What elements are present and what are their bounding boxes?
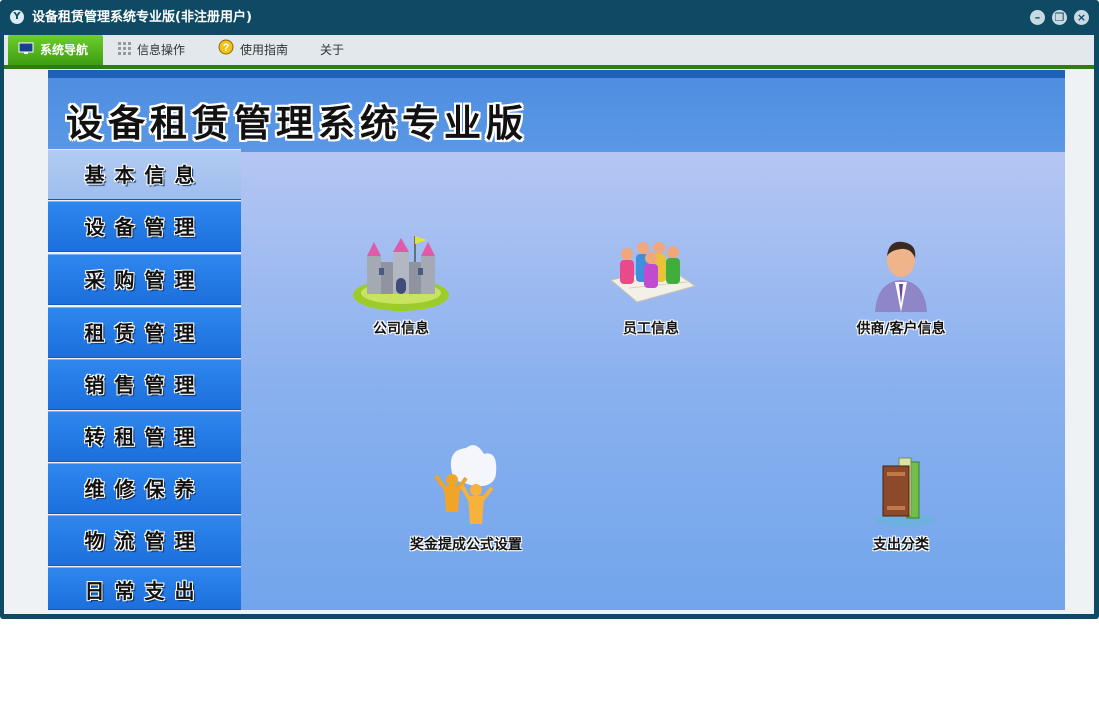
sidebar-item-purchase[interactable]: 采购管理 bbox=[48, 254, 241, 305]
window-title: 设备租赁管理系统专业版(非注册用户) bbox=[32, 10, 252, 25]
grid-icon bbox=[118, 36, 131, 66]
menu-item-label: 信息操作 bbox=[137, 43, 186, 57]
header-stripe bbox=[48, 70, 1065, 78]
tile-label: 奖金提成公式设置 bbox=[410, 537, 522, 553]
tile-label: 公司信息 bbox=[373, 321, 429, 337]
sidebar-item-sales[interactable]: 销售管理 bbox=[48, 359, 241, 410]
menu-bar: 系统导航 信息操作 ? 使用指南 关于 bbox=[4, 35, 1094, 65]
award-people-icon bbox=[434, 445, 497, 524]
sidebar-item-sublease[interactable]: 转租管理 bbox=[48, 411, 241, 462]
tile-label: 员工信息 bbox=[623, 321, 679, 337]
svg-text:?: ? bbox=[223, 42, 230, 54]
tile-label: 支出分类 bbox=[873, 537, 929, 553]
castle-icon bbox=[353, 236, 449, 311]
menu-item-label: 使用指南 bbox=[240, 43, 289, 57]
sidebar-item-leasing[interactable]: 租赁管理 bbox=[48, 307, 241, 358]
sidebar-item-maintenance[interactable]: 维修保养 bbox=[48, 463, 241, 514]
help-icon: ? bbox=[218, 36, 234, 66]
page-title: 设备租赁管理系统专业版 bbox=[66, 101, 528, 145]
minimize-icon[interactable]: – bbox=[1030, 10, 1045, 25]
staff-group-icon bbox=[609, 242, 697, 303]
sidebar-item-basic-info[interactable]: 基本信息 bbox=[48, 149, 241, 200]
menu-item-user-guide[interactable]: ? 使用指南 bbox=[218, 35, 288, 65]
menu-item-label: 关于 bbox=[320, 43, 345, 57]
tile-staff-info[interactable]: 员工信息 bbox=[586, 232, 716, 338]
sidebar: 基本信息 设备管理 采购管理 租赁管理 销售管理 转租管理 维修保养 物流管理 … bbox=[48, 149, 241, 610]
restore-icon[interactable]: ❐ bbox=[1052, 10, 1067, 25]
books-icon bbox=[875, 457, 935, 527]
tile-label: 供商/客户信息 bbox=[856, 321, 946, 337]
app-logo-icon: Y bbox=[10, 10, 24, 24]
content-area: 公司信息 员工信息 供商/客户信息 奖金提成公式设置 支出分类 bbox=[241, 152, 1065, 610]
header-banner: 设备租赁管理系统专业版 bbox=[48, 78, 1065, 152]
tile-expense-category[interactable]: 支出分类 bbox=[836, 452, 966, 554]
menu-item-label: 系统导航 bbox=[40, 43, 89, 57]
sidebar-item-logistics[interactable]: 物流管理 bbox=[48, 515, 241, 566]
menu-item-about[interactable]: 关于 bbox=[320, 35, 344, 65]
sidebar-item-equipment[interactable]: 设备管理 bbox=[48, 201, 241, 252]
close-icon[interactable]: × bbox=[1074, 10, 1089, 25]
title-bar[interactable]: Y 设备租赁管理系统专业版(非注册用户) – ❐ × bbox=[0, 0, 1099, 35]
menu-item-system-nav[interactable]: 系统导航 bbox=[8, 35, 103, 65]
tile-supplier-customer-info[interactable]: 供商/客户信息 bbox=[836, 232, 966, 338]
app-window: Y 设备租赁管理系统专业版(非注册用户) – ❐ × 系统导航 信息操作 ? 使… bbox=[0, 0, 1099, 619]
monitor-icon bbox=[18, 36, 34, 66]
tile-bonus-commission-formula[interactable]: 奖金提成公式设置 bbox=[381, 440, 551, 554]
main-panel: 设备租赁管理系统专业版 基本信息 设备管理 采购管理 租赁管理 销售管理 转租管… bbox=[48, 70, 1065, 610]
sidebar-item-daily-expense[interactable]: 日常支出 bbox=[48, 567, 241, 610]
tile-company-info[interactable]: 公司信息 bbox=[336, 232, 466, 338]
menu-item-info-ops[interactable]: 信息操作 bbox=[118, 35, 185, 65]
business-person-icon bbox=[875, 241, 927, 312]
